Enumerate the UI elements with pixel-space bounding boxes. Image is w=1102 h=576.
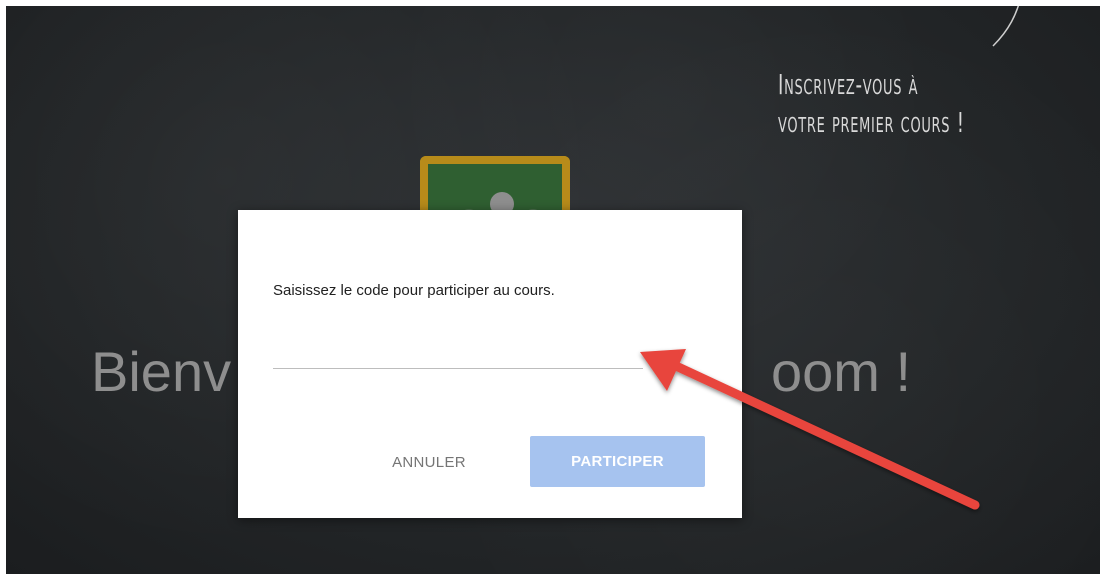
welcome-heading-left: Bienv xyxy=(91,340,232,403)
chalk-stroke-icon xyxy=(992,6,1020,47)
cancel-button[interactable]: ANNULER xyxy=(374,436,484,488)
class-code-input[interactable] xyxy=(273,340,643,369)
promo-line-1: Inscrivez-vous à xyxy=(778,68,919,101)
welcome-heading-right: oom ! xyxy=(771,340,912,403)
join-class-dialog: Saisissez le code pour participer au cou… xyxy=(238,210,742,518)
join-button[interactable]: PARTICIPER xyxy=(530,436,705,487)
promo-line-2: votre premier cours ! xyxy=(778,106,965,139)
dialog-prompt: Saisissez le code pour participer au cou… xyxy=(273,282,555,299)
promo-text: Inscrivez-vous à votre premier cours ! xyxy=(778,66,965,142)
